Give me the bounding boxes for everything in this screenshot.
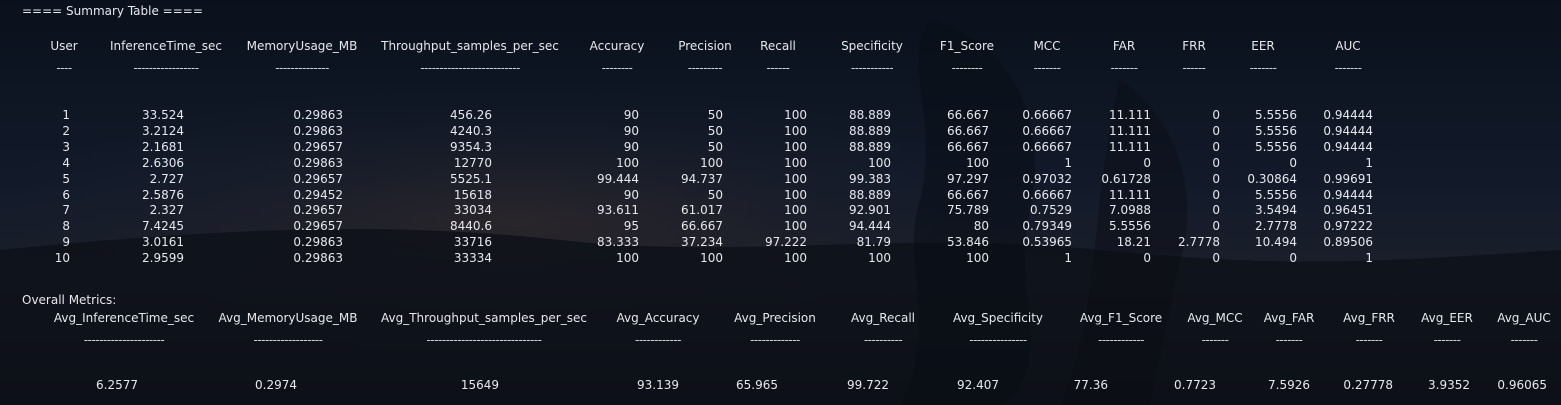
overall-metric-value: 0.2974 xyxy=(255,378,297,392)
overall-column-underline: ------- xyxy=(1510,333,1538,347)
summary-table-cell: 0.99691 xyxy=(1323,171,1373,186)
terminal-output: ==== Summary Table ==== Overall Metrics:… xyxy=(0,0,1561,405)
summary-table-cell: 0.94444 xyxy=(1323,187,1373,202)
summary-table-cell: 1 xyxy=(1365,251,1373,266)
overall-metric-value: 15649 xyxy=(460,378,499,392)
summary-table-cell: 0.89506 xyxy=(1323,235,1373,250)
summary-table-cell: 0.94444 xyxy=(1323,108,1373,122)
overall-metrics-header: Overall Metrics: xyxy=(22,293,117,307)
summary-table-cell: 0.94444 xyxy=(1323,123,1373,138)
summary-table-cell: 1 xyxy=(1365,155,1373,170)
summary-table-cell: 0.97222 xyxy=(1323,219,1373,234)
overall-metric-value: 0.96065 xyxy=(1497,378,1547,392)
summary-table-cell: 0.94444 xyxy=(1323,139,1373,154)
summary-column-underline: ------- xyxy=(1334,61,1362,75)
overall-column-header: Avg_AUC xyxy=(1497,311,1551,325)
summary-column-header: AUC xyxy=(1335,39,1361,53)
summary-table-header: ==== Summary Table ==== xyxy=(22,4,203,18)
summary-table-cell: 0.96451 xyxy=(1323,203,1373,218)
